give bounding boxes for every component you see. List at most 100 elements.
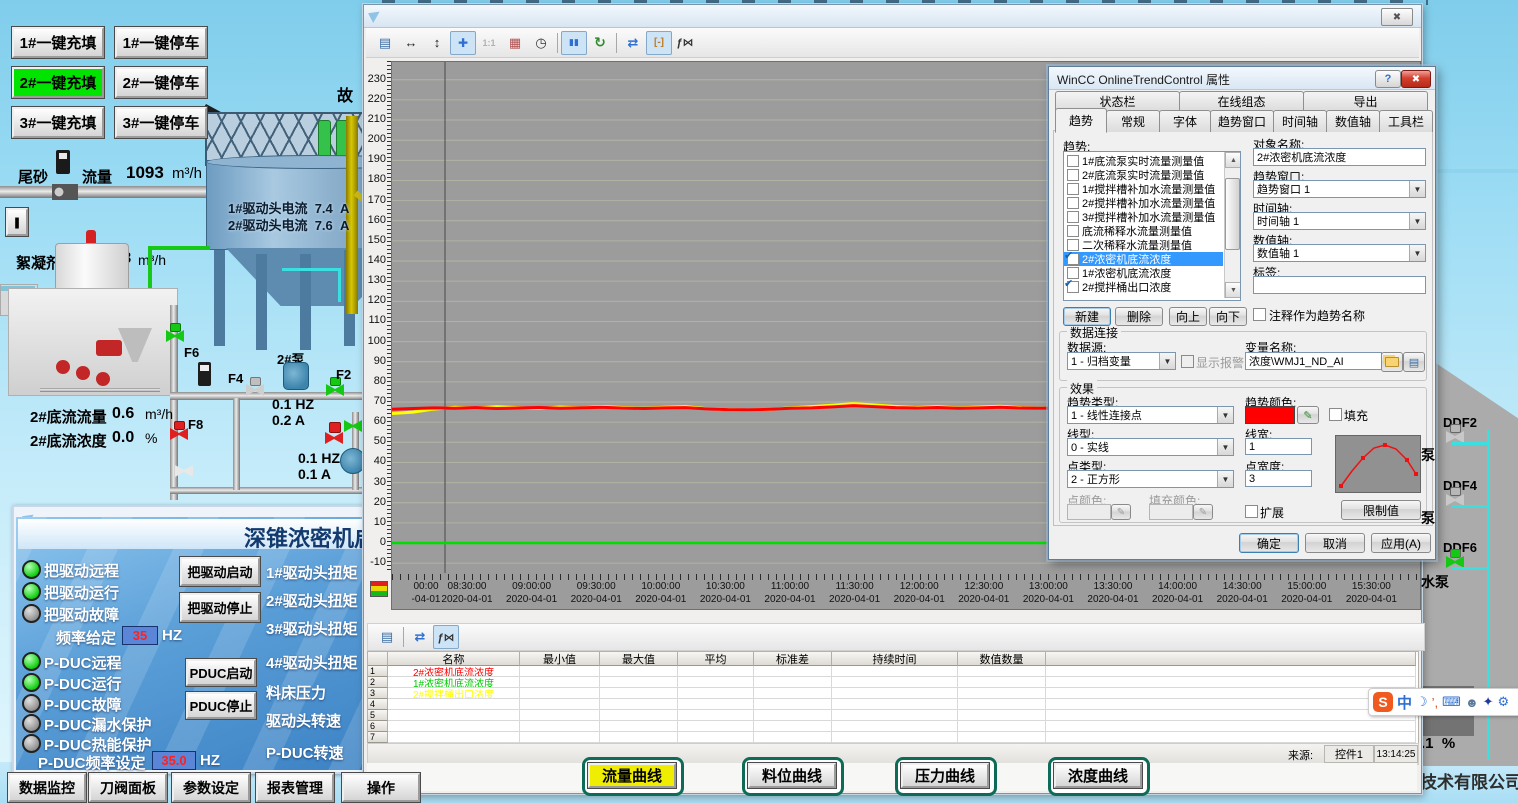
clothes-icon[interactable]: ✦ xyxy=(1483,694,1494,710)
fill-checkbox[interactable] xyxy=(1329,408,1342,421)
table-row-name[interactable]: 2#浓密机底流浓度 xyxy=(388,666,520,677)
curve-button-流量曲线[interactable]: 流量曲线 xyxy=(588,763,676,788)
zoom-time-icon[interactable]: ↔ xyxy=(398,31,424,55)
list-button-删除[interactable]: 删除 xyxy=(1115,307,1163,326)
close-icon[interactable]: ✖ xyxy=(1401,70,1431,88)
object-name-input[interactable]: 2#浓密机底流浓度 xyxy=(1253,148,1426,166)
limits-button[interactable]: 限制值 xyxy=(1341,500,1421,520)
panel-button-PDUC停止[interactable]: PDUC停止 xyxy=(186,692,256,719)
tab-数值轴[interactable]: 数值轴 xyxy=(1326,110,1380,132)
field-value-P-DUC频率设定[interactable]: 35.0 xyxy=(152,751,196,770)
curve-button-浓度曲线[interactable]: 浓度曲线 xyxy=(1054,763,1142,788)
trend-item-checkbox[interactable] xyxy=(1067,155,1079,167)
tag-name-input[interactable]: 浓度\WMJ1_ND_AI xyxy=(1245,352,1382,370)
scroll-thumb[interactable] xyxy=(1225,178,1240,250)
time-axis-select[interactable]: 时间轴 1▼ xyxy=(1253,212,1426,230)
trend-item-checkbox[interactable] xyxy=(1067,225,1079,237)
table-cell[interactable]: 3 xyxy=(368,688,388,699)
quick-button-2#一键停车[interactable]: 2#一键停车 xyxy=(115,67,207,98)
jump-icon[interactable]: ⇄ xyxy=(620,31,646,55)
tab-字体[interactable]: 字体 xyxy=(1159,110,1211,132)
trend-list-item[interactable]: 1#搅拌槽补加水流量测量值 xyxy=(1064,182,1223,196)
wrench-icon[interactable]: ⚙ xyxy=(1498,694,1510,710)
tab-工具栏[interactable]: 工具栏 xyxy=(1379,110,1433,132)
trend-list-item[interactable]: 1#浓密机底流浓度 xyxy=(1064,266,1223,280)
footer-button-应用(A)[interactable]: 应用(A) xyxy=(1371,533,1431,553)
data-source-select[interactable]: 1 - 归档变量▼ xyxy=(1067,352,1176,370)
ime-mode-chinese[interactable]: 中 xyxy=(1397,692,1412,713)
table-cell[interactable]: 2 xyxy=(368,677,388,688)
trend-list-item[interactable]: 2#搅拌槽补加水流量测量值 xyxy=(1064,196,1223,210)
person-icon[interactable]: ☻ xyxy=(1465,695,1479,710)
trend-color-swatch[interactable] xyxy=(1245,406,1295,424)
tag-properties-button[interactable]: ▤ xyxy=(1403,352,1425,372)
panel-button-把驱动停止[interactable]: 把驱动停止 xyxy=(180,593,260,622)
jump-icon[interactable]: ⇄ xyxy=(407,625,433,649)
line-width-input[interactable]: 1 xyxy=(1245,438,1312,455)
quick-button-1#一键充填[interactable]: 1#一键充填 xyxy=(12,27,104,58)
trend-list-item[interactable]: 1#底流泵实时流量测量值 xyxy=(1064,154,1223,168)
valve-red-aux[interactable] xyxy=(325,432,343,444)
point-width-input[interactable]: 3 xyxy=(1245,470,1312,487)
footer-button-取消[interactable]: 取消 xyxy=(1305,533,1365,553)
trend-item-checkbox[interactable] xyxy=(1067,169,1079,181)
pump2-icon[interactable] xyxy=(283,362,309,390)
properties-dialog-icon[interactable]: ▤ xyxy=(372,31,398,55)
tab-导出[interactable]: 导出 xyxy=(1303,91,1428,111)
expand-checkbox[interactable] xyxy=(1245,505,1258,518)
color-picker-button[interactable]: ✎ xyxy=(1297,406,1319,424)
table-row-name[interactable] xyxy=(388,721,520,732)
table-cell[interactable]: 7 xyxy=(368,732,388,743)
trend-list-item[interactable]: 二次稀释水流量测量值 xyxy=(1064,238,1223,252)
trend-item-checkbox[interactable] xyxy=(1067,197,1079,209)
nav-button-报表管理[interactable]: 报表管理 xyxy=(256,773,334,802)
footer-button-确定[interactable]: 确定 xyxy=(1239,533,1299,553)
list-button-向下[interactable]: 向下 xyxy=(1209,307,1247,326)
table-cell[interactable]: 5 xyxy=(368,710,388,721)
table-row-name[interactable] xyxy=(388,710,520,721)
nav-button-刀阀面板[interactable]: 刀阀面板 xyxy=(89,773,167,802)
listbox-scrollbar[interactable]: ▲▼ xyxy=(1224,152,1240,298)
trend-titlebar[interactable]: ✖ xyxy=(364,5,1421,28)
trend-list-item[interactable]: 2#浓密机底流浓度 xyxy=(1064,252,1223,266)
scroll-up-icon[interactable]: ▲ xyxy=(1225,152,1241,168)
sogou-logo-icon[interactable]: S xyxy=(1373,692,1393,712)
curve-button-料位曲线[interactable]: 料位曲线 xyxy=(748,763,836,788)
tab-常规[interactable]: 常规 xyxy=(1106,110,1160,132)
table-row-name[interactable]: 2#搅拌桶出口浓度 xyxy=(388,688,520,699)
trend-listbox[interactable]: 1#底流泵实时流量测量值2#底流泵实时流量测量值1#搅拌槽补加水流量测量值2#搅… xyxy=(1063,151,1241,301)
trend-window-select[interactable]: 趋势窗口 1▼ xyxy=(1253,180,1426,198)
trend-list-item[interactable]: 3#搅拌槽补加水流量测量值 xyxy=(1064,210,1223,224)
move-trend-area-icon[interactable]: ✚ xyxy=(450,31,476,55)
moon-icon[interactable]: ☽ xyxy=(1416,694,1428,710)
zoom-one-to-one-icon[interactable]: 1:1 xyxy=(476,31,502,55)
tab-在线组态[interactable]: 在线组态 xyxy=(1179,91,1304,111)
tag-input[interactable] xyxy=(1253,276,1426,294)
tab-趋势[interactable]: 趋势 xyxy=(1055,108,1107,133)
table-cell[interactable]: 4 xyxy=(368,699,388,710)
value-axis-select[interactable]: 数值轴 1▼ xyxy=(1253,244,1426,262)
zoom-value-icon[interactable]: ↕ xyxy=(424,31,450,55)
table-cell[interactable]: 1 xyxy=(368,666,388,677)
quick-button-3#一键充填[interactable]: 3#一键充填 xyxy=(12,107,104,138)
line-type-select[interactable]: 0 - 实线▼ xyxy=(1067,438,1234,456)
tab-趋势窗口[interactable]: 趋势窗口 xyxy=(1210,110,1274,132)
curve-button-压力曲线[interactable]: 压力曲线 xyxy=(901,763,989,788)
comma-icon[interactable]: ’, xyxy=(1432,695,1439,710)
trend-item-checkbox[interactable] xyxy=(1067,281,1079,293)
trend-list-item[interactable]: 2#搅拌桶出口浓度 xyxy=(1064,280,1223,294)
valve-white[interactable] xyxy=(175,465,193,477)
mini-button[interactable]: ❚ xyxy=(6,208,28,236)
trend-type-select[interactable]: 1 - 线性连接点▼ xyxy=(1067,406,1234,424)
dialog-titlebar[interactable]: WinCC OnlineTrendControl 属性 ? ✖ xyxy=(1049,67,1435,90)
statistics-icon[interactable]: ƒ⋈ xyxy=(672,31,698,55)
table-row-name[interactable]: 1#浓密机底流浓度 xyxy=(388,677,520,688)
list-button-新建[interactable]: 新建 xyxy=(1063,307,1111,326)
nav-button-数据监控[interactable]: 数据监控 xyxy=(8,773,86,802)
refresh-icon[interactable]: ↻ xyxy=(587,31,613,55)
list-button-向上[interactable]: 向上 xyxy=(1169,307,1207,326)
trend-item-checkbox[interactable] xyxy=(1067,253,1079,265)
help-icon[interactable]: ? xyxy=(1375,70,1401,88)
comment-as-name-checkbox[interactable] xyxy=(1253,308,1266,321)
table-row-name[interactable] xyxy=(388,699,520,710)
